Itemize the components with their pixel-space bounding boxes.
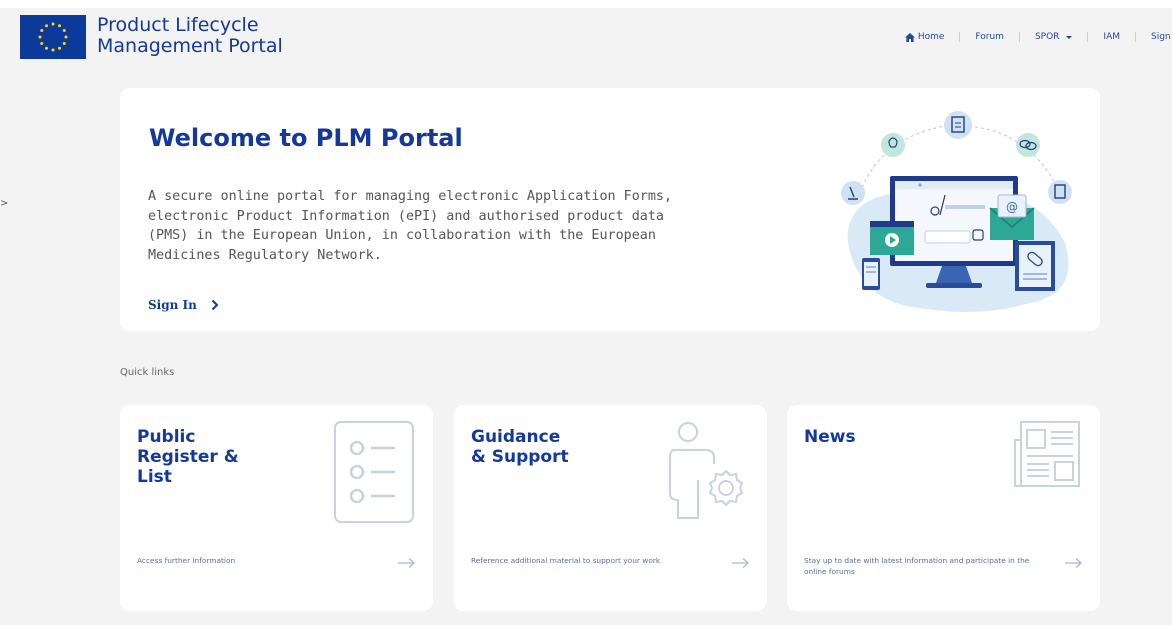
flag-star [58, 46, 61, 50]
svg-text:@: @ [1006, 200, 1018, 214]
flag-star [45, 24, 48, 28]
flag-star [58, 24, 61, 28]
nav-separator [1018, 32, 1020, 42]
flag-star [51, 48, 55, 52]
card-title: Public Register & List [137, 427, 277, 487]
card-news[interactable]: News Stay up to date with latest informa… [787, 405, 1100, 611]
card-title-line: Guidance [471, 427, 561, 447]
nav-spor-label: SPOR [1034, 32, 1060, 42]
card-title-line: List [137, 467, 172, 487]
flag-star [64, 35, 68, 39]
card-description: Reference additional material to support… [471, 556, 661, 565]
arrow-right-icon[interactable] [398, 557, 416, 569]
nav-sign-in[interactable]: Sign i [1151, 32, 1172, 42]
card-title: Guidance & Support [471, 427, 611, 467]
nav-iam-label: IAM [1103, 32, 1120, 42]
arrow-right-icon[interactable] [732, 557, 750, 569]
hero-description: A secure online portal for managing elec… [148, 189, 673, 263]
computer-medical-illustration: @ [841, 111, 1072, 312]
nav-home[interactable]: Home [904, 32, 945, 42]
portal-title-line1: Product Lifecycle [97, 14, 259, 36]
card-title-line: & Support [471, 447, 569, 467]
card-title-line: News [804, 427, 856, 447]
list-icon [334, 421, 414, 523]
nav-separator [1087, 32, 1089, 42]
nav-separator [1135, 32, 1136, 42]
portal-title[interactable]: Product Lifecycle Management Portal [97, 15, 357, 57]
header-top-strip [0, 0, 1172, 8]
eu-flag-svg [20, 15, 86, 59]
quick-links-heading: Quick links [120, 367, 175, 378]
nav-forum-label: Forum [975, 32, 1004, 42]
flag-star [62, 42, 66, 45]
hero-panel: Welcome to PLM Portal A secure online po… [120, 88, 1100, 331]
flag-star [45, 46, 48, 50]
home-icon [904, 32, 915, 42]
flag-star [62, 29, 66, 32]
flag-star [40, 29, 44, 32]
eu-flag-icon[interactable] [20, 15, 86, 59]
hero-sign-in-label: Sign In [148, 298, 197, 312]
nav-iam[interactable]: IAM [1103, 32, 1120, 42]
nav-sign-in-label: Sign i [1151, 32, 1172, 42]
hero-title: Welcome to PLM Portal [149, 124, 463, 152]
flag-star [38, 35, 42, 39]
flag-star [51, 22, 55, 26]
arrow-right-icon[interactable] [1065, 557, 1083, 569]
top-navigation: Home Forum SPOR IAM Sign i [904, 29, 1172, 45]
hero-sign-in-link[interactable]: Sign In [148, 298, 219, 312]
person-gear-icon [669, 422, 744, 519]
flag-star [40, 42, 44, 45]
card-description: Stay up to date with latest information … [804, 556, 1030, 576]
card-guidance-support[interactable]: Guidance & Support Reference additional … [454, 405, 767, 611]
portal-title-line2: Management Portal [97, 35, 283, 57]
caret-down-icon [1066, 35, 1073, 39]
newspaper-icon [1014, 421, 1080, 487]
site-header: Product Lifecycle Management Portal Home… [0, 0, 1172, 72]
nav-forum[interactable]: Forum [975, 32, 1004, 42]
nav-spor-dropdown[interactable]: SPOR [1034, 32, 1073, 42]
card-description: Access further information [137, 556, 236, 565]
left-edge-mark: > [0, 198, 9, 209]
card-title-line: Register & [137, 447, 239, 467]
nav-separator [959, 32, 961, 42]
chevron-right-icon [211, 299, 219, 311]
card-title-line: Public [137, 427, 196, 447]
card-public-register[interactable]: Public Register & List Access further in… [120, 405, 433, 611]
nav-home-label: Home [917, 32, 945, 42]
card-title: News [804, 427, 944, 447]
